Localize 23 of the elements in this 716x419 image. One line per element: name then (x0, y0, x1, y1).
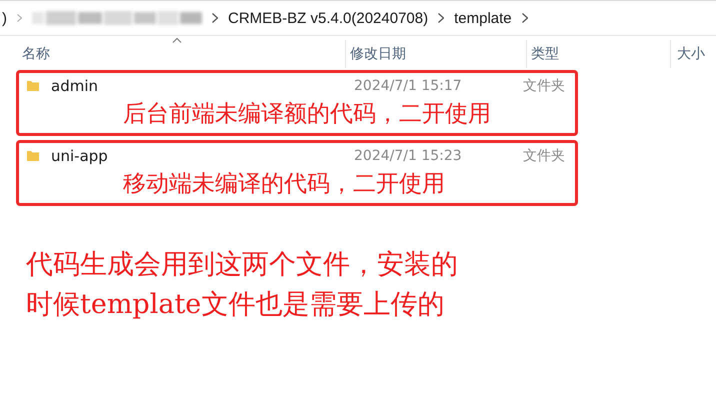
annotation-text: 后台前端未编译额的代码，二开使用 (123, 100, 492, 129)
folder-icon (27, 81, 39, 91)
column-header[interactable]: 名称 (22, 40, 322, 68)
column-header[interactable]: 修改日期 (345, 40, 526, 68)
chevron-icon (522, 13, 528, 23)
breadcrumb-item[interactable]: template (454, 10, 512, 26)
folder-icon (27, 151, 39, 161)
date-cell-text: 2024/7/1 15:23 (353, 147, 463, 166)
file-name[interactable]: uni-app (51, 147, 108, 165)
chevron-icon (438, 13, 444, 23)
breadcrumb-text: ) (2, 10, 7, 26)
file-name[interactable]: admin (51, 77, 98, 95)
chevron-icon (17, 14, 22, 22)
column-header[interactable]: 大小 (670, 40, 716, 68)
annotation-text: 移动端未编译的代码，二开使用 (123, 170, 446, 199)
type-cell-text: 文件夹 (522, 77, 566, 96)
annotation-note: 时候template文件也是需要上传的 (26, 288, 446, 322)
type-cell-text: 文件夹 (522, 147, 566, 166)
chevron-icon (212, 13, 218, 23)
annotation-note: 代码生成会用到这两个文件，安装的 (26, 248, 459, 282)
column-header[interactable]: 类型 (526, 40, 671, 68)
date-cell-text: 2024/7/1 15:17 (353, 77, 463, 96)
breadcrumb-item[interactable]: CRMEB-BZ v5.4.0(20240708) (228, 10, 428, 26)
